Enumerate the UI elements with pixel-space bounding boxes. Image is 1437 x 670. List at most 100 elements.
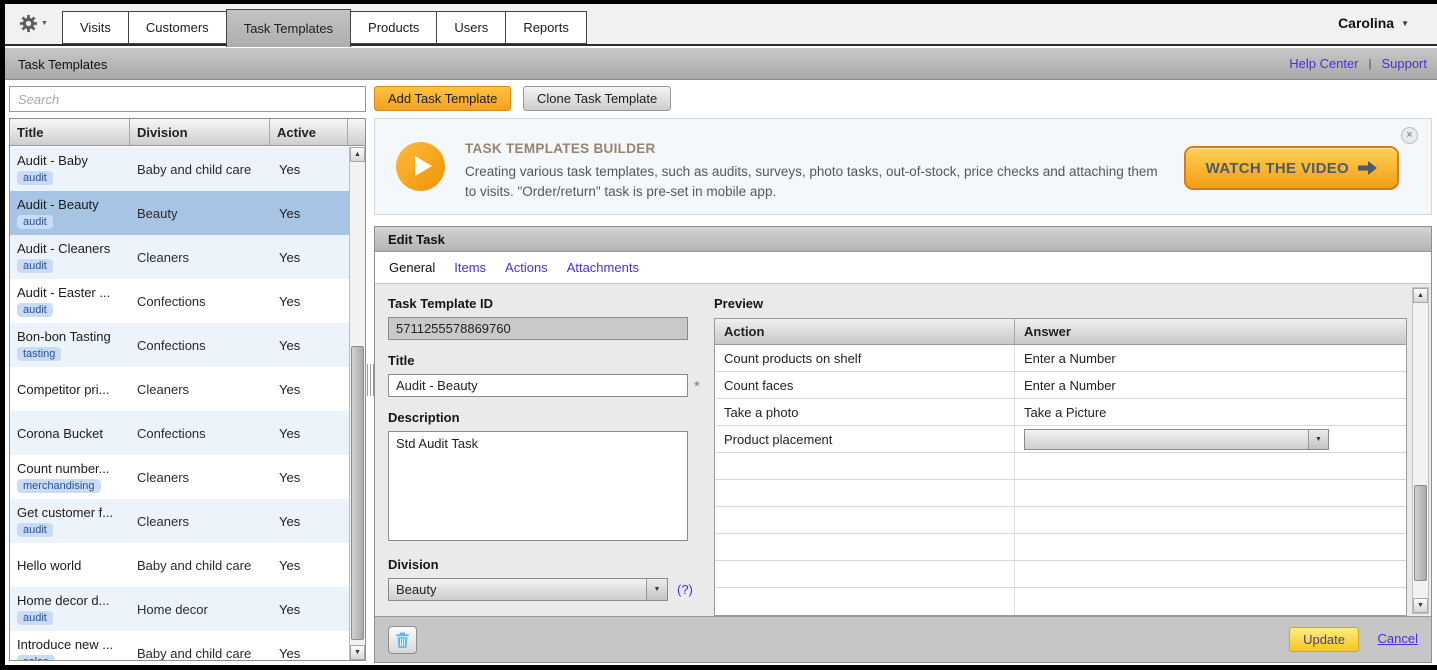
edit-task-panel: Edit Task General Items Actions Attachme… xyxy=(374,226,1432,663)
answer-cell: Take a Picture xyxy=(1024,404,1107,420)
division-cell: Cleaners xyxy=(137,513,190,529)
preview-table-body: Count products on shelf Enter a Number Cou… xyxy=(715,345,1406,615)
tab-reports[interactable]: Reports xyxy=(505,11,587,44)
tab-visits[interactable]: Visits xyxy=(62,11,129,44)
table-row[interactable]: Audit - Baby audit Baby and child care Yes xyxy=(10,147,349,191)
scrollbar-thumb[interactable] xyxy=(351,346,364,640)
answer-cell: ▼ xyxy=(1015,426,1406,452)
table-row[interactable]: Corona Bucket Confections Yes xyxy=(10,411,349,455)
task-template-list: Title Division Active Audit - Baby audit B… xyxy=(9,118,366,661)
answer-cell xyxy=(1015,480,1406,506)
table-row[interactable]: Home decor d... audit Home decor Yes xyxy=(10,587,349,631)
tab-items[interactable]: Items xyxy=(454,260,486,275)
page-title: Task Templates xyxy=(18,57,108,72)
division-cell: Cleaners xyxy=(137,469,190,485)
search-input[interactable] xyxy=(9,86,366,112)
tag-badge: tasting xyxy=(17,347,62,361)
user-menu[interactable]: Carolina ▼ xyxy=(1338,15,1409,31)
video-banner: TASK TEMPLATES BUILDER Creating various … xyxy=(374,118,1432,215)
template-title: Audit - Beauty xyxy=(17,197,99,212)
play-video-icon[interactable] xyxy=(396,142,445,191)
answer-cell xyxy=(1015,507,1406,533)
template-title-cell: Introduce new ... sales xyxy=(10,631,130,660)
chevron-down-icon: ▼ xyxy=(1401,18,1409,28)
division-cell: Home decor xyxy=(137,601,208,617)
scroll-up-icon[interactable]: ▲ xyxy=(350,147,365,162)
chevron-down-icon[interactable]: ▼ xyxy=(1308,429,1328,449)
top-nav-bar: ▼ Visits Customers Task Templates Produc… xyxy=(5,4,1437,47)
active-cell: Yes xyxy=(279,601,301,617)
clone-task-template-button[interactable]: Clone Task Template xyxy=(523,86,672,111)
table-row[interactable]: Competitor pri... Cleaners Yes xyxy=(10,367,349,411)
tab-attachments[interactable]: Attachments xyxy=(567,260,639,275)
chevron-down-icon[interactable]: ▼ xyxy=(646,579,667,600)
list-scrollbar[interactable]: ▲ ▼ xyxy=(349,147,365,660)
update-button[interactable]: Update xyxy=(1289,627,1359,652)
close-icon[interactable]: × xyxy=(1401,127,1418,144)
answer-select[interactable]: ▼ xyxy=(1024,428,1329,450)
table-row[interactable]: Audit - Beauty audit Beauty Yes xyxy=(10,191,349,235)
tag-badge: audit xyxy=(17,523,53,537)
tab-actions[interactable]: Actions xyxy=(505,260,548,275)
column-header-title[interactable]: Title xyxy=(10,119,130,145)
answer-cell xyxy=(1015,453,1406,479)
link-separator: | xyxy=(1368,57,1372,70)
division-cell: Cleaners xyxy=(137,381,190,397)
tab-customers[interactable]: Customers xyxy=(127,11,227,44)
help-center-link[interactable]: Help Center xyxy=(1289,56,1358,71)
tag-badge: merchandising xyxy=(17,479,101,493)
task-table-body: Audit - Baby audit Baby and child care Yes A… xyxy=(10,147,349,660)
active-cell: Yes xyxy=(279,425,301,441)
division-help-link[interactable]: (?) xyxy=(677,582,693,597)
scrollbar-thumb[interactable] xyxy=(1414,485,1427,581)
add-task-template-button[interactable]: Add Task Template xyxy=(374,86,512,111)
column-header-active[interactable]: Active xyxy=(270,119,348,145)
task-template-id-label: Task Template ID xyxy=(388,296,493,311)
table-row[interactable]: Hello world Baby and child care Yes xyxy=(10,543,349,587)
active-cell: Yes xyxy=(279,293,301,309)
answer-cell xyxy=(1015,588,1406,615)
active-cell: Yes xyxy=(279,337,301,353)
template-title: Home decor d... xyxy=(17,593,110,608)
scroll-down-icon[interactable]: ▼ xyxy=(1413,598,1428,613)
support-link[interactable]: Support xyxy=(1381,56,1427,71)
form-scrollbar[interactable]: ▲ ▼ xyxy=(1412,287,1429,614)
watch-video-button[interactable]: WATCH THE VIDEO xyxy=(1183,146,1399,190)
edit-task-header: Edit Task xyxy=(375,227,1431,252)
table-row[interactable]: Bon-bon Tasting tasting Confections Yes xyxy=(10,323,349,367)
active-cell: Yes xyxy=(279,469,301,485)
settings-menu-button[interactable]: ▼ xyxy=(19,14,48,33)
watch-video-label: WATCH THE VIDEO xyxy=(1205,159,1349,177)
column-header-action: Action xyxy=(715,319,1015,344)
scroll-up-icon[interactable]: ▲ xyxy=(1413,288,1428,303)
template-title-cell: Audit - Cleaners audit xyxy=(10,235,130,279)
cancel-link[interactable]: Cancel xyxy=(1378,631,1418,646)
tab-products[interactable]: Products xyxy=(350,11,438,44)
template-title: Audit - Easter ... xyxy=(17,285,111,300)
description-field[interactable]: Std Audit Task xyxy=(388,431,688,541)
preview-row: Take a photo Take a Picture xyxy=(715,399,1406,426)
table-row[interactable]: Count number... merchandising Cleaners Yes xyxy=(10,455,349,499)
tab-users[interactable]: Users xyxy=(436,11,507,44)
template-title: Hello world xyxy=(17,557,82,573)
main-nav-tabs: Visits Customers Task Templates Products… xyxy=(62,9,587,47)
delete-button[interactable] xyxy=(388,626,417,654)
table-row[interactable]: Introduce new ... sales Baby and child car… xyxy=(10,631,349,660)
answer-select-value xyxy=(1025,430,1308,449)
scroll-down-icon[interactable]: ▼ xyxy=(350,645,365,660)
division-cell: Beauty xyxy=(137,205,178,221)
tag-badge: audit xyxy=(17,611,53,625)
division-value: Beauty xyxy=(396,582,437,597)
title-field[interactable] xyxy=(388,374,688,397)
division-cell: Baby and child care xyxy=(137,557,252,573)
tab-general[interactable]: General xyxy=(389,260,435,275)
table-row[interactable]: Get customer f... audit Cleaners Yes xyxy=(10,499,349,543)
table-row[interactable]: Audit - Easter ... audit Confections Yes xyxy=(10,279,349,323)
gear-icon xyxy=(19,14,38,33)
template-title-cell: Get customer f... audit xyxy=(10,499,130,543)
column-header-division[interactable]: Division xyxy=(130,119,270,145)
tab-task-templates[interactable]: Task Templates xyxy=(225,9,352,47)
table-row[interactable]: Audit - Cleaners audit Cleaners Yes xyxy=(10,235,349,279)
preview-table: Action Answer Count products on shelf Ent… xyxy=(714,318,1407,616)
division-select[interactable]: Beauty ▼ xyxy=(388,578,668,601)
